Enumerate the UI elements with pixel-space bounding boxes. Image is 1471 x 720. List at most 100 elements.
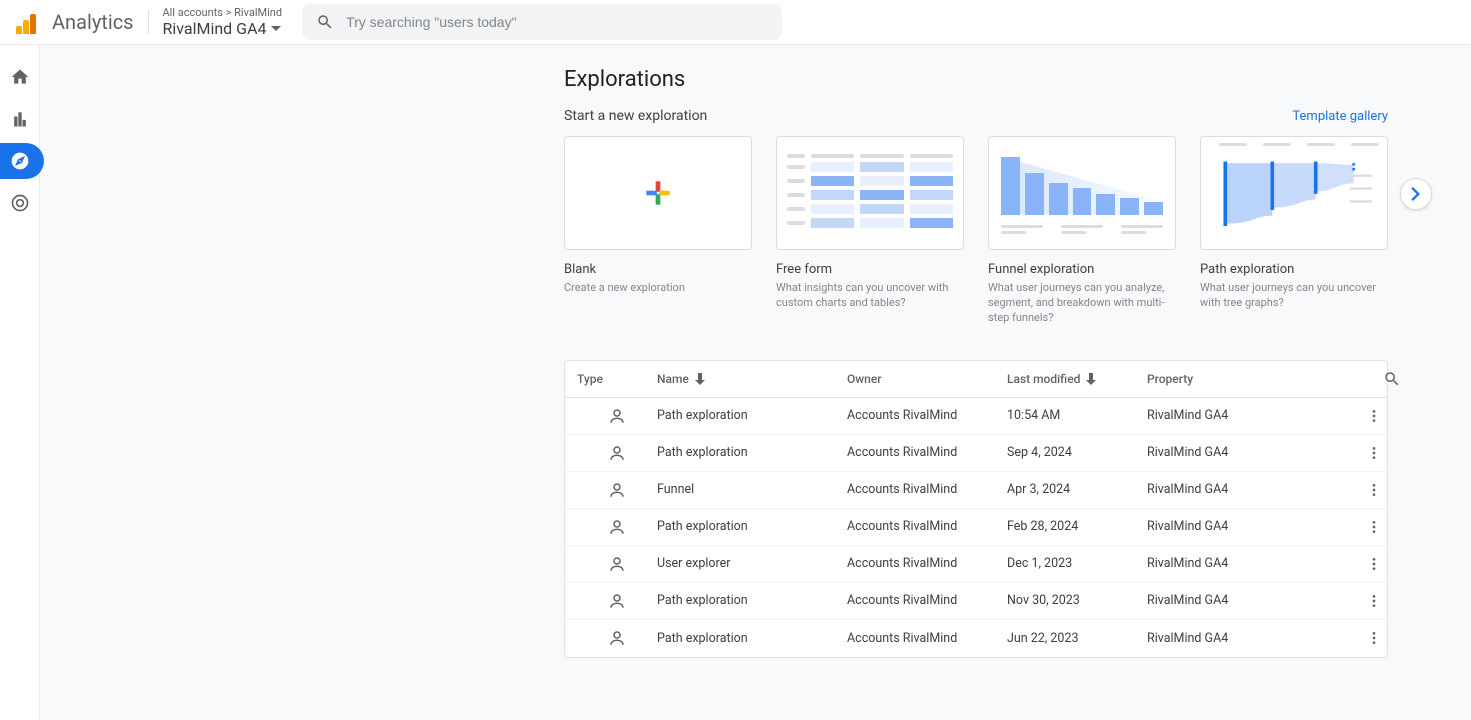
nav-advertising[interactable] [6,189,34,217]
row-actions-button[interactable] [1347,630,1401,646]
path-graphic [1201,137,1387,249]
template-blank[interactable]: Blank Create a new exploration [564,136,752,326]
nav-rail [0,45,40,720]
table-row[interactable]: Path explorationAccounts RivalMind10:54 … [565,398,1387,435]
cell-name: User explorer [657,556,847,571]
cell-owner: Accounts RivalMind [847,445,1007,460]
cell-type [577,407,657,425]
cell-property: RivalMind GA4 [1147,556,1347,571]
breadcrumb-property: RivalMind GA4 [163,19,267,38]
cell-owner: Accounts RivalMind [847,519,1007,534]
nav-reports[interactable] [6,105,34,133]
cell-name: Path exploration [657,408,847,423]
template-freeform[interactable]: Free form What insights can you uncover … [776,136,964,326]
cell-modified: Jun 22, 2023 [1007,631,1147,646]
row-actions-button[interactable] [1347,593,1401,609]
table-row[interactable]: User explorerAccounts RivalMindDec 1, 20… [565,546,1387,583]
table-header-row: Type Name Owner Last modified Property [565,361,1387,398]
cell-owner: Accounts RivalMind [847,408,1007,423]
col-owner[interactable]: Owner [847,372,1007,386]
template-gallery-link[interactable]: Template gallery [1292,109,1388,124]
cell-owner: Accounts RivalMind [847,631,1007,646]
target-icon [10,193,30,213]
table-row[interactable]: Path explorationAccounts RivalMindFeb 28… [565,509,1387,546]
card-desc: Create a new exploration [564,281,752,296]
page-title: Explorations [564,67,1388,92]
search-input[interactable] [302,4,782,40]
table-search-button[interactable] [1383,370,1401,388]
chevron-right-icon [1411,187,1421,201]
col-property[interactable]: Property [1147,372,1347,386]
col-type[interactable]: Type [577,372,657,386]
cell-owner: Accounts RivalMind [847,556,1007,571]
template-path[interactable]: Path exploration What user journeys can … [1200,136,1388,326]
cell-type [577,481,657,499]
templates-next-button[interactable] [1400,178,1432,210]
more-vert-icon [1366,519,1382,535]
cell-name: Path exploration [657,631,847,646]
row-actions-button[interactable] [1347,408,1401,424]
breadcrumb-path: All accounts > RivalMind [163,6,283,19]
person-icon [608,444,626,462]
page-subtitle: Start a new exploration [564,108,707,124]
person-icon [608,629,626,647]
more-vert-icon [1366,482,1382,498]
person-icon [608,481,626,499]
cell-type [577,444,657,462]
cell-modified: Apr 3, 2024 [1007,482,1147,497]
cell-modified: Dec 1, 2023 [1007,556,1147,571]
row-actions-button[interactable] [1347,445,1401,461]
more-vert-icon [1366,408,1382,424]
analytics-logo-icon [16,10,40,34]
table-row[interactable]: Path explorationAccounts RivalMindSep 4,… [565,435,1387,472]
cell-name: Path exploration [657,445,847,460]
cell-modified: Sep 4, 2024 [1007,445,1147,460]
template-funnel[interactable]: Funnel exploration What user journeys ca… [988,136,1176,326]
cell-name: Funnel [657,482,847,497]
col-name[interactable]: Name [657,372,847,386]
row-actions-button[interactable] [1347,519,1401,535]
card-title: Funnel exploration [988,262,1176,277]
bar-chart-icon [10,109,30,129]
chevron-down-icon [271,26,281,32]
explore-icon [10,151,30,171]
cell-property: RivalMind GA4 [1147,519,1347,534]
property-picker[interactable]: All accounts > RivalMind RivalMind GA4 [163,6,283,38]
row-actions-button[interactable] [1347,556,1401,572]
more-vert-icon [1366,556,1382,572]
person-icon [608,592,626,610]
product-name: Analytics [52,10,149,34]
person-icon [608,555,626,573]
search-icon [1383,370,1401,388]
app-header: Analytics All accounts > RivalMind Rival… [0,0,1471,45]
template-cards: Blank Create a new exploration [564,136,1416,326]
card-desc: What user journeys can you analyze, segm… [988,281,1176,326]
sort-arrow-down-icon [695,373,705,385]
cell-property: RivalMind GA4 [1147,408,1347,423]
card-title: Free form [776,262,964,277]
more-vert-icon [1366,593,1382,609]
person-icon [608,518,626,536]
nav-home[interactable] [6,63,34,91]
col-modified[interactable]: Last modified [1007,372,1147,386]
search-icon [316,13,334,31]
explorations-table: Type Name Owner Last modified Property [564,360,1388,658]
main-content: Explorations Start a new exploration Tem… [40,45,1471,720]
home-icon [10,67,30,87]
more-vert-icon [1366,445,1382,461]
cell-type [577,592,657,610]
nav-explore[interactable] [6,147,34,175]
table-row[interactable]: FunnelAccounts RivalMindApr 3, 2024Rival… [565,472,1387,509]
card-desc: What insights can you uncover with custo… [776,281,964,311]
table-row[interactable]: Path explorationAccounts RivalMindNov 30… [565,583,1387,620]
table-row[interactable]: Path explorationAccounts RivalMindJun 22… [565,620,1387,657]
cell-type [577,629,657,647]
cell-name: Path exploration [657,519,847,534]
row-actions-button[interactable] [1347,482,1401,498]
sort-arrow-down-icon [1086,373,1096,385]
cell-property: RivalMind GA4 [1147,593,1347,608]
cell-owner: Accounts RivalMind [847,482,1007,497]
card-desc: What user journeys can you uncover with … [1200,281,1388,311]
cell-modified: 10:54 AM [1007,408,1147,423]
cell-property: RivalMind GA4 [1147,445,1347,460]
